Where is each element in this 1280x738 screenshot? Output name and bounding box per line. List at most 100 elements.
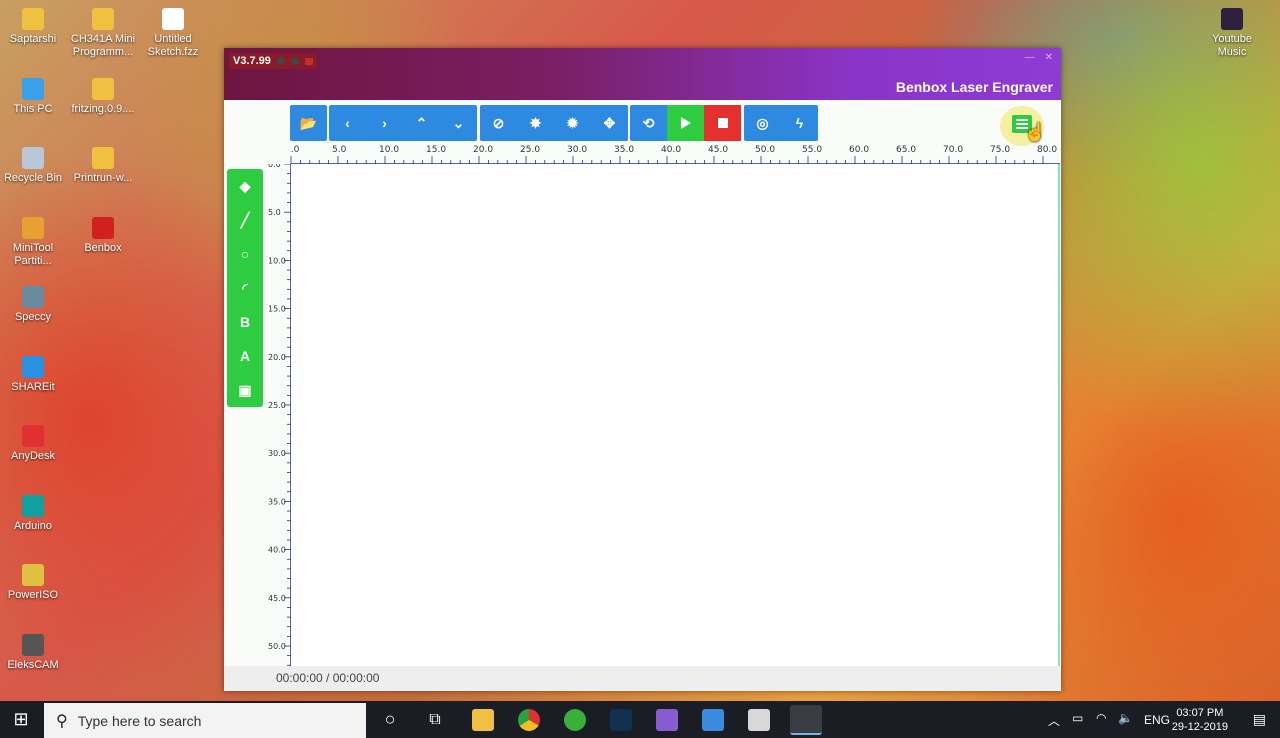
repeat-icon: ⟲ <box>642 114 655 131</box>
desktop-icon[interactable]: Arduino <box>0 494 68 533</box>
desktop-icon[interactable]: Untitled Sketch.fzz <box>138 8 208 59</box>
ruler-y-label: 35.0 <box>268 497 286 506</box>
file-explorer-icon[interactable] <box>472 709 494 731</box>
chrome-icon[interactable] <box>518 709 540 731</box>
target-button[interactable]: ◎ <box>744 105 781 141</box>
desktop-app-icon <box>22 286 44 308</box>
desktop-icon-label: SHAREit <box>11 380 55 393</box>
desktop-icon[interactable]: Benbox <box>68 216 138 255</box>
language-indicator[interactable]: ENG <box>1144 713 1170 727</box>
camera-app-icon[interactable] <box>702 709 724 731</box>
crosshair-icon: ✥ <box>603 114 616 131</box>
wifi-icon[interactable]: ◠ <box>1096 711 1106 725</box>
weak-light-button[interactable]: ✸ <box>517 105 554 141</box>
info-icon[interactable] <box>276 57 285 65</box>
desktop-app-icon <box>22 494 44 517</box>
ruler-y-label: 25.0 <box>268 401 286 410</box>
repeat-button[interactable]: ⟲ <box>630 105 667 141</box>
desktop-icon[interactable]: Printrun-w... <box>68 147 138 185</box>
windows-start-icon[interactable]: ⊞ <box>0 701 42 738</box>
bold-text-tool-icon: B <box>239 314 251 330</box>
task-view-icon[interactable]: ⧉ <box>421 701 449 738</box>
desktop-icon[interactable]: fritzing.0.9.... <box>68 77 138 116</box>
minimize-icon[interactable]: — <box>1025 52 1035 63</box>
utorrent-icon[interactable] <box>564 709 586 731</box>
desktop-icon-label: PowerISO <box>7 589 59 601</box>
circle-tool-button[interactable]: ○ <box>227 237 263 271</box>
desktop-icon[interactable]: AnyDesk <box>0 425 68 463</box>
font-tool-button[interactable]: A <box>227 339 263 373</box>
ruler-y-label: 40.0 <box>268 546 286 555</box>
notepad-icon[interactable] <box>748 709 770 731</box>
horizontal-ruler: 0.0 5.0 10.0 15.0 20.0 25.0 30.0 35.0 40.0 45.0 50… <box>290 145 1060 165</box>
desktop-icon[interactable]: Saptarshi <box>0 8 68 46</box>
arc-tool-button[interactable]: ◜ <box>227 271 263 305</box>
canvas-edge <box>1058 164 1060 666</box>
desktop-app-icon <box>92 77 114 100</box>
chevron-up-icon[interactable]: ︿ <box>1048 712 1060 729</box>
clock-date: 29-12-2019 <box>1171 721 1228 733</box>
ruler-y-label: 45.0 <box>268 594 286 603</box>
move-down-button[interactable]: ⌄ <box>440 105 477 141</box>
desktop-icon[interactable]: EleksCAM <box>0 633 68 672</box>
strong-light-button[interactable]: ✹ <box>554 105 591 141</box>
cancel-button[interactable]: ⊘ <box>480 105 517 141</box>
clock[interactable]: 03:07 PM 29-12-2019 <box>1172 706 1228 734</box>
tag-tool-button[interactable]: ◆ <box>227 169 263 203</box>
search-icon: ⚲ <box>56 712 68 730</box>
image-tool-icon: ▣ <box>238 381 252 398</box>
lightning-button[interactable]: ϟ <box>781 105 818 141</box>
desktop-app-icon <box>22 77 44 100</box>
help-icon[interactable] <box>290 57 299 65</box>
desktop-icon[interactable]: Speccy <box>0 286 68 324</box>
image-tool-button[interactable]: ▣ <box>227 373 263 407</box>
battery-icon[interactable]: ▭ <box>1072 711 1083 725</box>
engraving-canvas[interactable] <box>291 164 1059 666</box>
toolbar-group: ⊘ ✸ ✹ ✥ <box>480 105 628 141</box>
desktop-icon[interactable]: Recycle Bin <box>0 147 68 185</box>
stop-button[interactable] <box>704 105 741 141</box>
desktop-icon-label: Printrun-w... <box>73 172 133 184</box>
language-flag-icon[interactable] <box>304 57 313 65</box>
video-app-icon[interactable] <box>610 709 632 731</box>
desktop-icon[interactable]: CH341A Mini Programm... <box>68 8 138 59</box>
desktop-icon[interactable]: Youtube Music <box>1197 8 1267 59</box>
circle-tool-icon: ○ <box>240 246 250 262</box>
desktop-app-icon <box>92 216 114 239</box>
move-left-button[interactable]: ‹ <box>329 105 366 141</box>
desktop-icon[interactable]: PowerISO <box>0 564 68 602</box>
cortana-icon[interactable]: ○ <box>376 701 404 738</box>
move-right-button[interactable]: › <box>366 105 403 141</box>
desktop-icon[interactable]: This PC <box>0 77 68 116</box>
volume-icon[interactable]: 🔈 <box>1118 711 1133 725</box>
ruler-x-label: 0.0 <box>290 145 300 155</box>
desktop-icon[interactable]: MiniTool Partiti... <box>0 216 68 268</box>
ruler-y-label: 5.0 <box>268 208 281 217</box>
ruler-x-label: 50.0 <box>755 145 775 155</box>
font-tool-icon: A <box>239 348 251 364</box>
target-icon: ◎ <box>756 114 769 131</box>
desktop-app-icon <box>22 147 44 169</box>
close-icon[interactable]: ✕ <box>1045 52 1053 63</box>
desktop-app-icon <box>22 355 44 378</box>
feather-app-icon[interactable] <box>656 709 678 731</box>
notifications-icon[interactable]: ▤ <box>1253 711 1266 728</box>
desktop-app-icon <box>92 8 114 30</box>
search-input[interactable]: ⚲ Type here to search <box>44 703 366 738</box>
start-icon <box>680 117 691 129</box>
desktop-icon[interactable]: SHAREit <box>0 355 68 394</box>
ruler-x-label: 60.0 <box>849 145 869 155</box>
line-tool-button[interactable]: ╱ <box>227 203 263 237</box>
clock-time: 03:07 PM <box>1176 707 1224 719</box>
desktop-icon-label: MiniTool Partiti... <box>12 241 54 267</box>
arc-tool-icon: ◜ <box>242 279 248 296</box>
desktop-icon-label: Saptarshi <box>9 33 57 45</box>
move-up-button[interactable]: ⌃ <box>403 105 440 141</box>
start-button[interactable] <box>667 105 704 141</box>
bold-text-tool-button[interactable]: B <box>227 305 263 339</box>
open-file-button[interactable]: 📂 <box>290 105 327 141</box>
benbox-taskbar-icon[interactable] <box>790 705 822 735</box>
desktop-app-icon <box>22 216 44 239</box>
crosshair-button[interactable]: ✥ <box>591 105 628 141</box>
title-bar[interactable]: V3.7.99 — ✕ Benbox Laser Engraver <box>224 48 1061 100</box>
